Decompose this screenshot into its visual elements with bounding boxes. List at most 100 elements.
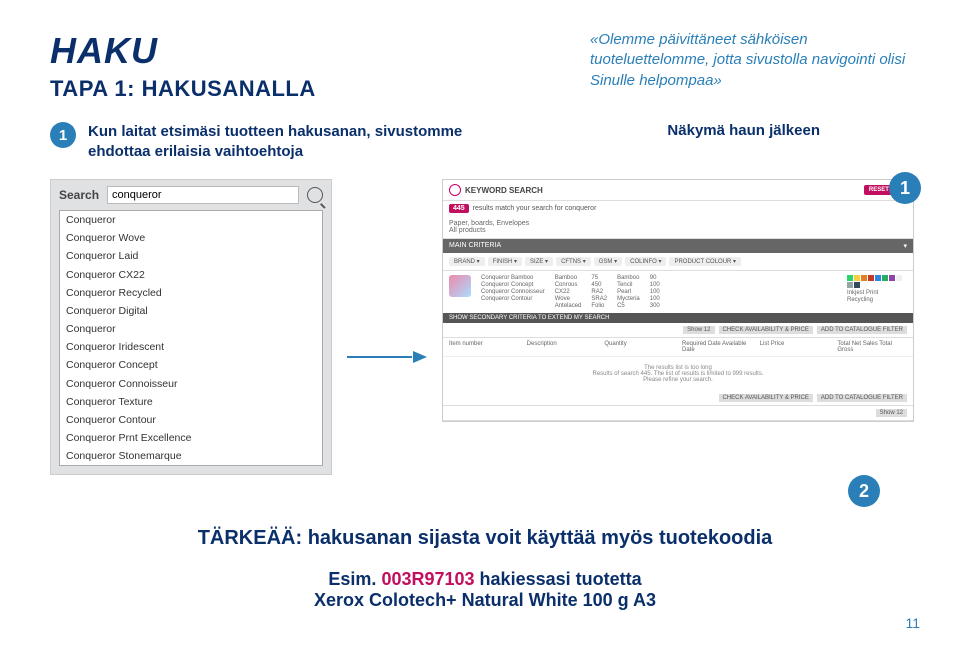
ctns-column: BambooTencilPearlMycteriaC5: [617, 275, 640, 309]
suggestion-item[interactable]: Conqueror CX22: [60, 266, 322, 284]
example-product: Xerox Colotech+ Natural White 100 g A3: [314, 590, 656, 610]
filter-value[interactable]: Folio: [591, 303, 607, 309]
search-input[interactable]: [107, 186, 299, 204]
suggestions-list: ConquerorConqueror WoveConqueror LaidCon…: [59, 210, 323, 466]
marker-1-overlay: 1: [889, 172, 921, 204]
table-column-header: Quantity: [604, 341, 674, 353]
filter-value[interactable]: Conqueror Contour: [481, 296, 545, 302]
filter-values-area: Conqueror BambooConqueror ConceptConquer…: [443, 271, 913, 313]
suggestion-item[interactable]: Conqueror Connoisseur: [60, 375, 322, 393]
filter-value[interactable]: Pearl: [617, 289, 640, 295]
suggestion-item[interactable]: Conqueror Texture: [60, 393, 322, 411]
filter-value[interactable]: Conqueror Connoisseur: [481, 289, 545, 295]
colour-swatch[interactable]: [847, 275, 853, 281]
colour-swatch[interactable]: [861, 275, 867, 281]
action-row-1: Show 12 CHECK AVAILABILITY & PRICE ADD T…: [443, 323, 913, 338]
action-row-2: CHECK AVAILABILITY & PRICE ADD TO CATALO…: [443, 391, 913, 406]
filter-value[interactable]: SRA2: [591, 296, 607, 302]
show-button[interactable]: Show 12: [683, 326, 714, 334]
result-count-row: 445 results match your search for conque…: [443, 201, 913, 216]
target-icon: [449, 184, 461, 196]
filter-dropdown[interactable]: FINISH ▾: [488, 257, 522, 266]
filter-value[interactable]: 100: [650, 282, 660, 288]
result-count-badge: 445: [449, 204, 469, 213]
filter-dropdown[interactable]: CFTNS ▾: [556, 257, 591, 266]
col-info: Inkjest PrintRecycling: [847, 290, 907, 303]
colour-swatch[interactable]: [868, 275, 874, 281]
suggestion-item[interactable]: Conqueror Digital: [60, 302, 322, 320]
filter-value[interactable]: 450: [591, 282, 607, 288]
colour-swatch[interactable]: [875, 275, 881, 281]
keyword-search-header: KEYWORD SEARCH RESET ALL: [443, 180, 913, 201]
filter-value[interactable]: Conrous: [555, 282, 582, 288]
check-availability-button[interactable]: CHECK AVAILABILITY & PRICE: [719, 326, 813, 334]
suggestion-item[interactable]: Conqueror Wove: [60, 229, 322, 247]
filter-value[interactable]: 90: [650, 275, 660, 281]
arrow-icon: [347, 351, 427, 363]
colour-swatch[interactable]: [896, 275, 902, 281]
colour-swatches: [847, 275, 907, 288]
search-label: Search: [59, 188, 99, 202]
suggestion-item[interactable]: Conqueror Stonemarque: [60, 447, 322, 465]
add-filter-button-2[interactable]: ADD TO CATALOGUE FILTER: [817, 394, 907, 402]
add-filter-button[interactable]: ADD TO CATALOGUE FILTER: [817, 326, 907, 334]
suggestion-item[interactable]: Conqueror Recycled: [60, 284, 322, 302]
suggestion-item[interactable]: Conqueror Laid: [60, 247, 322, 265]
filter-value[interactable]: 75: [591, 275, 607, 281]
keyword-search-label: KEYWORD SEARCH: [465, 186, 543, 195]
filter-value[interactable]: CX22: [555, 289, 582, 295]
size-column: 75450RA2SRA2Folio: [591, 275, 607, 309]
colour-swatch[interactable]: [882, 275, 888, 281]
show-button-2[interactable]: Show 12: [876, 409, 907, 417]
suggestion-item[interactable]: Conqueror Contour: [60, 411, 322, 429]
filter-dropdown[interactable]: BRAND ▾: [449, 257, 485, 266]
filter-value[interactable]: Tencil: [617, 282, 640, 288]
table-column-header: Required Date Available Date: [682, 341, 752, 353]
example-code: 003R97103: [381, 569, 474, 589]
filter-value[interactable]: Antelaced: [555, 303, 582, 309]
suggestion-item[interactable]: Conqueror: [60, 211, 322, 229]
filter-value[interactable]: Inkjest Print: [847, 290, 907, 296]
suggestion-item[interactable]: Conqueror Iridescent: [60, 338, 322, 356]
main-criteria-label: MAIN CRITERIA: [449, 242, 501, 250]
step-1-marker: 1: [50, 122, 76, 148]
filter-value[interactable]: Conqueror Bamboo: [481, 275, 545, 281]
table-column-header: Total Net Sales Total Gross: [837, 341, 907, 353]
filter-value[interactable]: Bamboo: [555, 275, 582, 281]
colour-swatch[interactable]: [854, 282, 860, 288]
filter-value[interactable]: Conqueror Concept: [481, 282, 545, 288]
result-count-text: results match your search for conqueror: [473, 205, 597, 212]
secondary-criteria-bar[interactable]: SHOW SECONDARY CRITERIA TO EXTEND MY SEA…: [443, 313, 913, 323]
suggestion-item[interactable]: Conqueror Prnt Excellence: [60, 429, 322, 447]
colour-swatch[interactable]: [889, 275, 895, 281]
step-1-text: Kun laitat etsimäsi tuotteen hakusanan, …: [88, 122, 508, 161]
results-screenshot: 1 KEYWORD SEARCH RESET ALL 445 results m…: [442, 179, 914, 422]
filter-value[interactable]: 100: [650, 289, 660, 295]
filter-dropdown[interactable]: PRODUCT COLOUR ▾: [669, 257, 741, 266]
filter-value[interactable]: Recycling: [847, 297, 907, 303]
filter-value[interactable]: Wove: [555, 296, 582, 302]
colour-swatch[interactable]: [847, 282, 853, 288]
filter-value[interactable]: 300: [650, 303, 660, 309]
filter-value[interactable]: Mycteria: [617, 296, 640, 302]
filter-dropdown[interactable]: SIZE ▾: [525, 257, 553, 266]
chevron-down-icon: ▾: [903, 242, 907, 250]
suggestion-item[interactable]: Conqueror: [60, 320, 322, 338]
table-column-header: Description: [527, 341, 597, 353]
check-availability-button-2[interactable]: CHECK AVAILABILITY & PRICE: [719, 394, 813, 402]
filter-value[interactable]: 100: [650, 296, 660, 302]
filter-value[interactable]: Bamboo: [617, 275, 640, 281]
suggestion-item[interactable]: Conqueror Concept: [60, 356, 322, 374]
search-screenshot: Search ConquerorConqueror WoveConqueror …: [50, 179, 332, 475]
filter-dropdown[interactable]: GSM ▾: [594, 257, 622, 266]
colour-swatch[interactable]: [854, 275, 860, 281]
filter-dropdown[interactable]: COLINFO ▾: [625, 257, 666, 266]
empty-line-3: Please refine your search.: [451, 377, 905, 383]
search-icon[interactable]: [307, 187, 323, 203]
page-number: 11: [905, 615, 920, 631]
table-column-header: Item number: [449, 341, 519, 353]
filter-value[interactable]: C5: [617, 303, 640, 309]
example-prefix: Esim.: [328, 569, 376, 589]
filter-value[interactable]: RA2: [591, 289, 607, 295]
main-criteria-bar[interactable]: MAIN CRITERIA ▾: [443, 239, 913, 253]
